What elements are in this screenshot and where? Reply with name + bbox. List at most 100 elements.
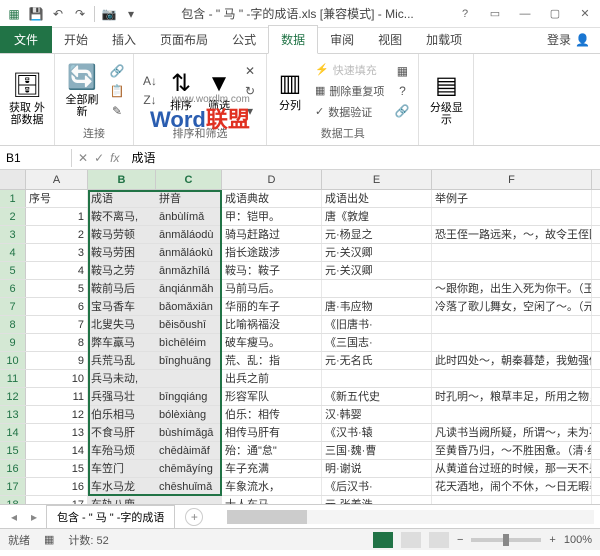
- row-header[interactable]: 10: [0, 352, 26, 369]
- cell[interactable]: 车轨八鹿: [88, 496, 156, 504]
- table-row[interactable]: 54鞍马之劳ānmǎzhīlá鞍马：鞍子元·关汉卿: [0, 262, 600, 280]
- zoom-slider[interactable]: [471, 538, 541, 542]
- outline-button[interactable]: ▤ 分级显示: [425, 67, 467, 131]
- maximize-button[interactable]: ▢: [540, 2, 570, 26]
- horizontal-scrollbar[interactable]: [227, 510, 594, 524]
- view-normal-button[interactable]: [373, 532, 393, 548]
- cell[interactable]: 车殆马烦: [88, 442, 156, 459]
- cell[interactable]: ānbùlímǎ: [156, 208, 222, 225]
- cancel-formula-icon[interactable]: ✕: [78, 151, 88, 165]
- help-button[interactable]: ?: [450, 2, 480, 26]
- add-sheet-button[interactable]: +: [185, 508, 203, 526]
- cell[interactable]: 8: [26, 334, 88, 351]
- cell[interactable]: 士人车马: [222, 496, 322, 504]
- undo-icon[interactable]: ↶: [48, 4, 68, 24]
- table-row[interactable]: 1716车水马龙chēshuǐmǎ车象流水，《后汉书·花天酒地，闹个不休，～日无…: [0, 478, 600, 496]
- row-header[interactable]: 11: [0, 370, 26, 387]
- table-row[interactable]: 109兵荒马乱bīnghuāng荒、乱：指元·无名氏此时四处～，朝秦暮楚，我勉强…: [0, 352, 600, 370]
- table-row[interactable]: 43鞍马劳困ānmǎláokù指长途跋涉元·关汉卿: [0, 244, 600, 262]
- camera-icon[interactable]: 📷: [99, 4, 119, 24]
- save-icon[interactable]: 💾: [26, 4, 46, 24]
- cell[interactable]: 4: [26, 262, 88, 279]
- cell[interactable]: [432, 316, 592, 333]
- cell[interactable]: 序号: [26, 190, 88, 207]
- sort-button[interactable]: ⇅ 排序: [164, 59, 198, 123]
- tab-insert[interactable]: 插入: [100, 26, 148, 53]
- cell[interactable]: 鞍马劳顿: [88, 226, 156, 243]
- cell[interactable]: 11: [26, 388, 88, 405]
- table-row[interactable]: 1514车殆马烦chēdàimǎf殆：通"怠"三国·魏·曹至黄昏乃归，～不胜困惫…: [0, 442, 600, 460]
- sheet-nav-next[interactable]: ▸: [26, 510, 42, 524]
- minimize-button[interactable]: —: [510, 2, 540, 26]
- sheet-tab-active[interactable]: 包含 - " 马 " -字的成语: [46, 505, 175, 528]
- cell[interactable]: 车象流水，: [222, 478, 322, 495]
- cell[interactable]: 时孔明～，粮草丰足，所用之物，一切皆: [432, 388, 592, 405]
- table-row[interactable]: 76宝马香车bǎomǎxiān华丽的车子唐·韦应物冷落了歌儿舞女，空闲了～。（元…: [0, 298, 600, 316]
- row-header[interactable]: 14: [0, 424, 26, 441]
- cell[interactable]: 骑马赶路过: [222, 226, 322, 243]
- col-header-e[interactable]: E: [322, 170, 432, 189]
- cell[interactable]: bìchēléim: [156, 334, 222, 351]
- cell[interactable]: 《汉书·辕: [322, 424, 432, 441]
- tab-review[interactable]: 审阅: [318, 26, 366, 53]
- row-header[interactable]: 3: [0, 226, 26, 243]
- zoom-in-button[interactable]: +: [549, 534, 555, 546]
- cell[interactable]: 14: [26, 442, 88, 459]
- row-header[interactable]: 9: [0, 334, 26, 351]
- tab-home[interactable]: 开始: [52, 26, 100, 53]
- login-button[interactable]: 登录👤: [537, 26, 600, 53]
- cell[interactable]: 鞍马：鞍子: [222, 262, 322, 279]
- table-row[interactable]: 1413不食马肝bùshímǎgā相传马肝有《汉书·辕凡读书当阙所疑，所谓～，未…: [0, 424, 600, 442]
- data-validation-button[interactable]: ✓数据验证: [311, 102, 388, 122]
- table-row[interactable]: 1110兵马未动,出兵之前: [0, 370, 600, 388]
- cell[interactable]: 《新五代史: [322, 388, 432, 405]
- table-row[interactable]: 1序号成语拼音成语典故成语出处举例子: [0, 190, 600, 208]
- cell[interactable]: 恐王侄一路远来，～，故令王侄回营安歇: [432, 226, 592, 243]
- cell[interactable]: 2: [26, 226, 88, 243]
- cell[interactable]: 花天酒地，闹个不休，～日无暇晷。: [432, 478, 592, 495]
- filter-button[interactable]: ▼ 筛选: [202, 59, 236, 123]
- cell[interactable]: 元·无名氏: [322, 352, 432, 369]
- consolidate-icon[interactable]: ▦: [392, 62, 412, 80]
- table-row[interactable]: 65鞍前马后ānqiánmǎh马前马后。～跟你跑，出生入死为你干。（王树元: [0, 280, 600, 298]
- cell[interactable]: 出兵之前: [222, 370, 322, 387]
- col-header-f[interactable]: F: [432, 170, 592, 189]
- cell[interactable]: 明·谢说: [322, 460, 432, 477]
- cell[interactable]: 甲：铠甲。: [222, 208, 322, 225]
- cell[interactable]: 车子充满: [222, 460, 322, 477]
- edit-links-icon[interactable]: ✎: [107, 102, 127, 120]
- cell[interactable]: 元·关汉卿: [322, 244, 432, 261]
- cell[interactable]: ānmǎláokù: [156, 244, 222, 261]
- tab-formulas[interactable]: 公式: [220, 26, 268, 53]
- table-row[interactable]: 1817车轨八鹿士人车马元·张养浩: [0, 496, 600, 504]
- cell[interactable]: bǎomǎxiān: [156, 298, 222, 315]
- text-to-columns-button[interactable]: ▥ 分列: [273, 59, 307, 123]
- cell[interactable]: 不食马肝: [88, 424, 156, 441]
- remove-duplicates-button[interactable]: ▦删除重复项: [311, 81, 388, 101]
- tab-data[interactable]: 数据: [268, 25, 318, 54]
- row-header[interactable]: 12: [0, 388, 26, 405]
- cell[interactable]: 成语: [88, 190, 156, 207]
- cell[interactable]: 唐《敦煌: [322, 208, 432, 225]
- cell[interactable]: 至黄昏乃归，～不胜困惫。（清·纪昀: [432, 442, 592, 459]
- cell[interactable]: [156, 370, 222, 387]
- cell[interactable]: bólèxiàng: [156, 406, 222, 423]
- cell[interactable]: [432, 496, 592, 504]
- row-header[interactable]: 17: [0, 478, 26, 495]
- cell[interactable]: 相传马肝有: [222, 424, 322, 441]
- cell[interactable]: bùshímǎgā: [156, 424, 222, 441]
- cell[interactable]: 6: [26, 298, 88, 315]
- qat-dropdown-icon[interactable]: ▾: [121, 4, 141, 24]
- cell[interactable]: ～跟你跑，出生入死为你干。（王树元: [432, 280, 592, 297]
- cell[interactable]: ānmǎláodù: [156, 226, 222, 243]
- cell[interactable]: 9: [26, 352, 88, 369]
- cell[interactable]: 宝马香车: [88, 298, 156, 315]
- properties-icon[interactable]: 📋: [107, 82, 127, 100]
- row-header[interactable]: 2: [0, 208, 26, 225]
- cell[interactable]: 鞍不离马,: [88, 208, 156, 225]
- cell[interactable]: 伯乐：相传: [222, 406, 322, 423]
- view-pagebreak-button[interactable]: [429, 532, 449, 548]
- cell[interactable]: 伯乐相马: [88, 406, 156, 423]
- cell[interactable]: [432, 208, 592, 225]
- cell[interactable]: chēmǎyíng: [156, 460, 222, 477]
